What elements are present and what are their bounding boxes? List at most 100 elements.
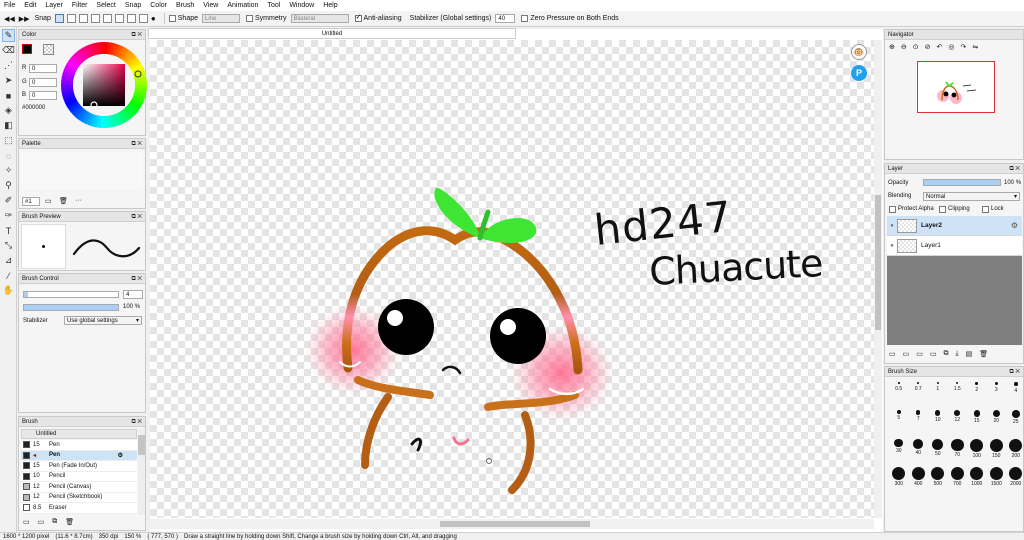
brush-item[interactable]: 10 Pencil	[21, 471, 137, 482]
brush-list-scrollbar[interactable]	[138, 429, 145, 515]
brush-size-option[interactable]: 10	[928, 410, 948, 423]
menu-tool[interactable]: Tool	[267, 2, 280, 9]
new-layer-icon[interactable]: ▭	[889, 350, 896, 358]
brush-list-scroll-thumb[interactable]	[138, 435, 145, 455]
brush-size-option[interactable]: 25	[1006, 410, 1024, 425]
layer-opacity-slider[interactable]	[923, 179, 1001, 186]
brush-size-option[interactable]: 12	[948, 410, 968, 423]
delete-palette-icon[interactable]: 🗑	[59, 197, 68, 205]
horizontal-scroll-thumb[interactable]	[440, 521, 590, 527]
snap-grid-fine-icon[interactable]	[90, 14, 100, 23]
select-pen-tool-icon[interactable]: ✐	[2, 194, 15, 207]
duplicate-brush-icon[interactable]: ⧉	[52, 518, 57, 526]
fill-tool-icon[interactable]: ■	[2, 89, 15, 102]
new-folder-icon[interactable]: ▭	[930, 350, 937, 358]
brush-item[interactable]: 12 Pencil (Sketchbook)	[21, 492, 137, 503]
stabilizer-select[interactable]: 40	[495, 14, 516, 23]
symmetry-checkbox[interactable]	[246, 15, 254, 22]
new-set-icon[interactable]: ▭	[916, 350, 923, 358]
antialias-checkbox[interactable]	[354, 13, 362, 22]
menu-color[interactable]: Color	[150, 2, 167, 9]
menu-snap[interactable]: Snap	[125, 2, 141, 9]
blending-select[interactable]: Normal ▾	[923, 192, 1020, 201]
zoom-reset-icon[interactable]: ⊘	[925, 43, 931, 51]
primary-color-swatch[interactable]	[22, 44, 32, 54]
layer-visibility-icon[interactable]: ●	[887, 243, 897, 249]
vertical-scroll-thumb[interactable]	[875, 195, 881, 330]
ruler-tool-icon[interactable]: ⊿	[2, 254, 15, 267]
new-brush-icon[interactable]: ▭	[23, 518, 30, 526]
select-rect-tool-icon[interactable]: ⬚	[2, 134, 15, 147]
flip-icon[interactable]: ⇋	[972, 43, 978, 51]
palette-swatch-area[interactable]	[21, 152, 143, 190]
palette-selector[interactable]: #1	[22, 197, 40, 206]
brush-size-option[interactable]: 30	[889, 438, 909, 454]
palette-more-button[interactable]: ···	[75, 197, 82, 204]
brush-size-option[interactable]: 3	[987, 382, 1007, 393]
lasso-tool-icon[interactable]: ◌	[2, 149, 15, 162]
delete-layer-icon[interactable]: 🗑	[979, 350, 988, 358]
brush-size-option[interactable]: 15	[967, 410, 987, 424]
brush-size-option[interactable]: 400	[909, 467, 929, 487]
brush-size-option[interactable]: 1.5	[948, 382, 968, 392]
shape-checkbox[interactable]	[168, 15, 176, 22]
brush-size-option[interactable]: 150	[987, 438, 1007, 459]
zoom-fit-icon[interactable]: ⊙	[913, 43, 919, 51]
brush-size-option[interactable]: 20	[987, 410, 1007, 424]
transform-tool-icon[interactable]: ⤡	[2, 239, 15, 252]
zoom-out-icon[interactable]: ⊖	[901, 43, 907, 51]
zoom-tool-icon[interactable]: ⚲	[2, 179, 15, 192]
brush-item[interactable]: 15 Pen	[21, 440, 137, 451]
zoom-in-icon[interactable]: ⊕	[889, 43, 895, 51]
brush-opacity-slider[interactable]	[23, 304, 119, 311]
snap-point-icon[interactable]: ●	[151, 14, 156, 23]
menu-view[interactable]: View	[203, 2, 218, 9]
merge-down-icon[interactable]: ⤓	[956, 350, 959, 358]
brush-size-option[interactable]: 1000	[967, 467, 987, 487]
brush-size-option[interactable]: 2000	[1006, 467, 1024, 487]
menu-file[interactable]: File	[4, 2, 15, 9]
rotate-reset-icon[interactable]: ◎	[948, 43, 954, 51]
layer-settings-gear-icon[interactable]: ⚙	[1011, 221, 1018, 230]
drawing-canvas[interactable]: hd247 Chuacute	[150, 40, 874, 518]
panel-dock-close-icon[interactable]: ⧉ ✕	[131, 274, 142, 284]
panel-dock-close-icon[interactable]: ⧉ ✕	[131, 30, 142, 40]
menu-edit[interactable]: Edit	[24, 2, 36, 9]
move-tool-icon[interactable]: ➤	[2, 74, 15, 87]
brush-item[interactable]: 15 Pen (Fade In/Out)	[21, 461, 137, 472]
panel-dock-close-icon[interactable]: ⧉ ✕	[131, 417, 142, 427]
layer-visibility-icon[interactable]: ●	[887, 223, 897, 229]
layer-row-layer2[interactable]: ● Layer2 ⚙	[887, 216, 1022, 236]
blur-tool-icon[interactable]: ⋰	[2, 59, 15, 72]
r-input[interactable]: 0	[29, 64, 57, 73]
brush-size-option[interactable]: 200	[1006, 438, 1024, 459]
brush-size-option[interactable]: 100	[967, 438, 987, 459]
menu-filter[interactable]: Filter	[72, 2, 88, 9]
lock-checkbox[interactable]	[982, 206, 989, 213]
snap-circle-icon[interactable]	[138, 14, 148, 23]
document-tab[interactable]: Untitled	[148, 28, 516, 39]
canvas-vertical-scrollbar[interactable]	[874, 40, 882, 518]
brush-size-option[interactable]: 2	[967, 382, 987, 393]
text-tool-icon[interactable]: T	[2, 224, 15, 237]
new-linework-layer-icon[interactable]: ▭	[903, 350, 910, 358]
protect-alpha-checkbox[interactable]	[889, 206, 896, 213]
zero-pressure-checkbox[interactable]	[521, 15, 529, 22]
copy-layer-icon[interactable]: ⧉	[944, 350, 949, 358]
brush-size-option[interactable]: 1500	[987, 467, 1007, 487]
clear-layer-icon[interactable]: ▤	[966, 350, 973, 358]
brush-size-slider[interactable]	[23, 291, 119, 298]
new-folder-icon[interactable]: ▭	[38, 518, 45, 526]
new-palette-icon[interactable]: ▭	[45, 197, 52, 205]
brush-size-option[interactable]: 0.7	[909, 382, 929, 392]
delete-brush-icon[interactable]: 🗑	[65, 518, 74, 526]
menu-window[interactable]: Window	[289, 2, 314, 9]
brush-size-option[interactable]: 5	[889, 410, 909, 421]
snap-none-icon[interactable]	[54, 14, 64, 23]
brush-size-option[interactable]: 1	[928, 382, 948, 392]
menu-layer[interactable]: Layer	[45, 2, 63, 9]
color-wheel[interactable]	[61, 42, 147, 128]
menu-help[interactable]: Help	[323, 2, 337, 9]
pen-tool-icon[interactable]: ✎	[2, 29, 15, 42]
brush-item-selected[interactable]: ◂ Pen ⚙	[21, 450, 137, 461]
